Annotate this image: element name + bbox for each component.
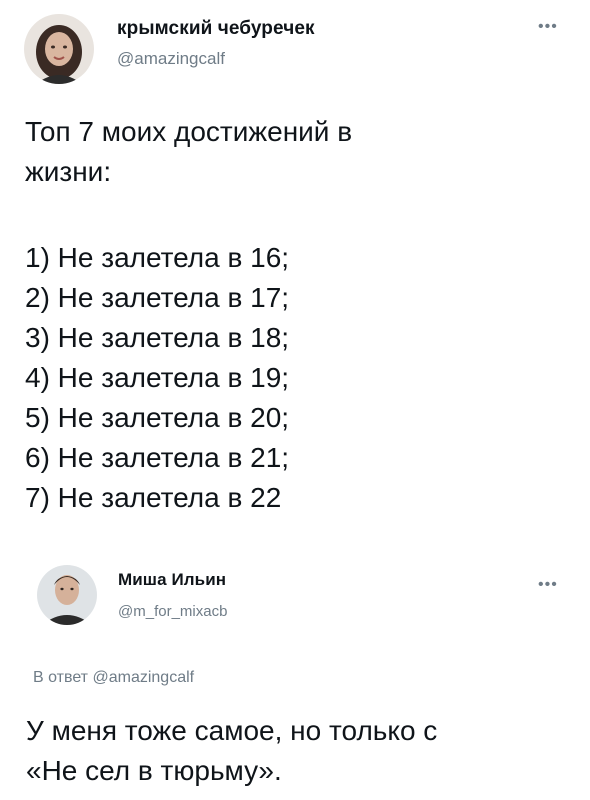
author-avatar[interactable] (37, 565, 97, 625)
list-item: 2) Не залетела в 17; (25, 282, 290, 313)
tweet-text-line: «Не сел в тюрьму». (26, 755, 282, 786)
more-dots-icon[interactable]: ••• (538, 18, 558, 36)
tweet-text-line: Топ 7 моих достижений в (25, 116, 353, 147)
tweet-text-line: жизни: (25, 156, 112, 187)
more-dots-icon[interactable]: ••• (538, 576, 558, 594)
tweet-text-line: У меня тоже самое, но только с (26, 715, 438, 746)
list-item: 5) Не залетела в 20; (25, 402, 290, 433)
tweet-original: крымский чебуречек @amazingcalf ••• Топ … (0, 0, 590, 540)
author-handle[interactable]: @m_for_mixacb (118, 603, 227, 620)
author-name[interactable]: крымский чебуречек (117, 18, 315, 40)
list-item: 3) Не залетела в 18; (25, 322, 290, 353)
author-name[interactable]: Миша Ильин (118, 570, 226, 590)
reply-prefix: В ответ (33, 669, 89, 686)
list-item: 1) Не залетела в 16; (25, 242, 290, 273)
list-item: 7) Не залетела в 22 (25, 482, 282, 513)
reply-to-line: В ответ @amazingcalf (33, 669, 194, 687)
author-handle[interactable]: @amazingcalf (117, 49, 225, 69)
list-item: 4) Не залетела в 19; (25, 362, 290, 393)
tweet-reply: Миша Ильин @m_for_mixacb ••• В ответ @am… (0, 540, 590, 800)
author-avatar[interactable] (24, 14, 94, 84)
reply-handle-link[interactable]: @amazingcalf (92, 669, 194, 686)
list-item: 6) Не залетела в 21; (25, 442, 290, 473)
